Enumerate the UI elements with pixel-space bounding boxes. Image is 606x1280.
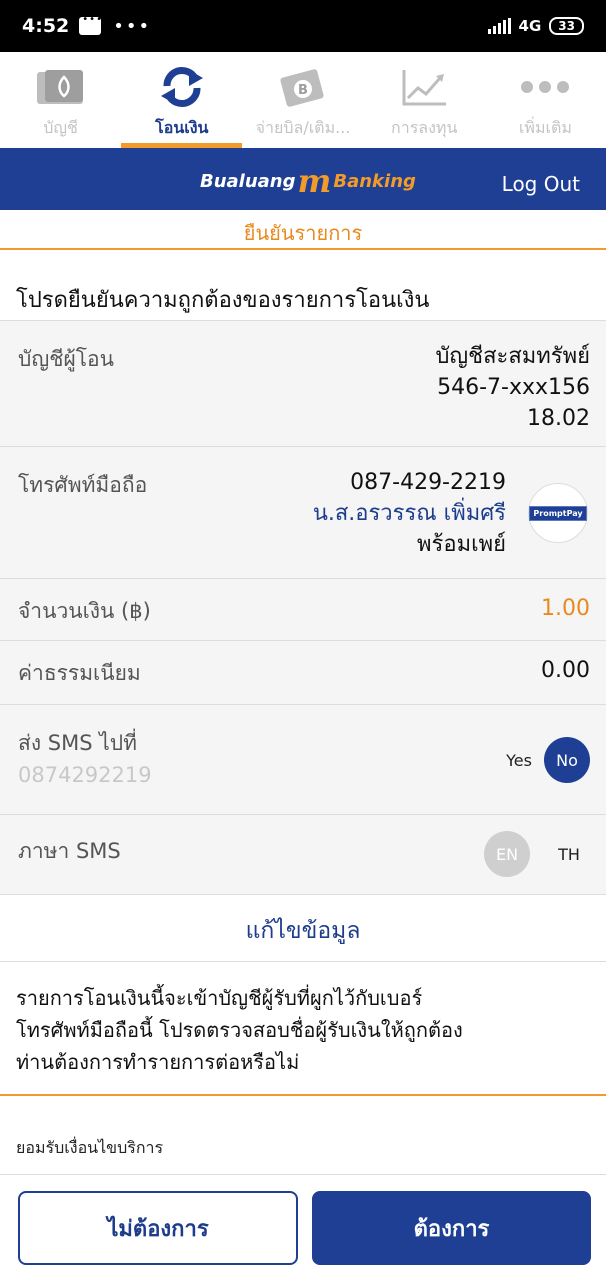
logo-text-right: Banking xyxy=(333,170,416,192)
transfer-refresh-icon xyxy=(156,66,208,108)
more-notifications-icon: ••• xyxy=(113,15,152,37)
recipient-name: น.ส.อรวรรณ เพิ่มศรี xyxy=(312,501,506,526)
account-number: 546-7-xxx156 xyxy=(437,375,590,400)
sms-label: ส่ง SMS ไปที่ xyxy=(18,731,137,755)
status-time: 4:52 xyxy=(22,15,70,37)
bualuang-mbanking-logo: Bualuang m Banking xyxy=(200,162,416,200)
tab-investment[interactable]: การลงทุน xyxy=(364,52,485,148)
amount-row: จำนวนเงิน (฿) 1.00 xyxy=(0,578,606,640)
page-title: ยืนยันรายการ xyxy=(0,210,606,250)
network-type: 4G xyxy=(518,17,542,35)
amount-label: จำนวนเงิน (฿) xyxy=(18,599,151,623)
transfer-notice: รายการโอนเงินนี้จะเข้าบัญชีผู้รับที่ผูกไ… xyxy=(0,962,606,1096)
logo-text-left: Bualuang xyxy=(200,170,296,192)
tab-label: โอนเงิน xyxy=(155,118,209,137)
logo-mark: m xyxy=(297,162,332,200)
payment-method: พร้อมเพย์ xyxy=(417,532,506,557)
mobile-row: โทรศัพท์มือถือ 087-429-2219 น.ส.อรวรรณ เ… xyxy=(0,446,606,578)
fee-value: 0.00 xyxy=(541,658,590,683)
status-bar: 4:52 ••• 4G 33 xyxy=(0,0,606,52)
sms-yes-option[interactable]: Yes xyxy=(496,737,542,783)
edit-info-row: แก้ไขข้อมูล xyxy=(0,894,606,962)
status-indicators: 4G 33 xyxy=(487,17,584,35)
account-balance: 18.02 xyxy=(527,406,590,431)
tab-label: เพิ่มเติม xyxy=(518,118,572,137)
tab-label: การลงทุน xyxy=(391,118,458,137)
account-book-icon xyxy=(35,66,87,108)
sms-row: ส่ง SMS ไปที่ 0874292219 Yes No xyxy=(0,704,606,814)
tab-label: บัญชี xyxy=(43,118,78,137)
battery-icon: 33 xyxy=(549,17,584,35)
sms-language-row: ภาษา SMS EN TH xyxy=(0,814,606,894)
fee-label: ค่าธรรมเนียม xyxy=(18,661,141,685)
confirm-prompt: โปรดยืนยันความถูกต้องของรายการโอนเงิน xyxy=(16,288,430,313)
sms-no-option[interactable]: No xyxy=(544,737,590,783)
sms-toggle: Yes No xyxy=(496,737,590,783)
amount-value: 1.00 xyxy=(541,596,590,621)
tab-more[interactable]: เพิ่มเติม xyxy=(485,52,606,148)
action-footer: ไม่ต้องการ ต้องการ xyxy=(0,1174,606,1280)
from-account-label: บัญชีผู้โอน xyxy=(18,347,115,371)
terms-link[interactable]: ยอมรับเงื่อนไขบริการ xyxy=(16,1136,163,1161)
bill-payment-icon: B xyxy=(277,66,329,108)
from-account-row: บัญชีผู้โอน บัญชีสะสมทรัพย์ 546-7-xxx156… xyxy=(0,320,606,446)
confirm-button[interactable]: ต้องการ xyxy=(312,1191,591,1265)
tab-transfer[interactable]: โอนเงิน xyxy=(121,52,243,148)
top-nav: บัญชี โอนเงิน B จ่ายบิล/เติม... การลงทุน… xyxy=(0,52,606,148)
notice-line: ท่านต้องการทำรายการต่อหรือไม่ xyxy=(16,1050,300,1074)
notice-line: โทรศัพท์มือถือนี้ โปรดตรวจสอบชื่อผู้รับเ… xyxy=(16,1018,463,1042)
signal-strength-icon xyxy=(487,18,511,34)
sms-language-toggle: EN TH xyxy=(484,831,592,877)
svg-text:B: B xyxy=(298,83,308,98)
notice-line: รายการโอนเงินนี้จะเข้าบัญชีผู้รับที่ผูกไ… xyxy=(16,986,423,1010)
investment-chart-icon xyxy=(398,66,450,108)
promptpay-logo-icon: PromptPay xyxy=(528,483,588,543)
sms-language-th-option[interactable]: TH xyxy=(546,831,592,877)
tab-bill-payment[interactable]: B จ่ายบิล/เติม... xyxy=(242,52,363,148)
more-dots-icon xyxy=(519,66,571,108)
mobile-number: 087-429-2219 xyxy=(350,470,506,495)
logout-button[interactable]: Log Out xyxy=(502,172,580,196)
tab-label: จ่ายบิล/เติม... xyxy=(255,118,351,137)
account-type: บัญชีสะสมทรัพย์ xyxy=(435,344,590,369)
mobile-value: 087-429-2219 น.ส.อรวรรณ เพิ่มศรี พร้อมเพ… xyxy=(313,467,506,560)
sms-language-label: ภาษา SMS xyxy=(18,839,121,863)
edit-info-button[interactable]: แก้ไขข้อมูล xyxy=(246,913,361,949)
cancel-button[interactable]: ไม่ต้องการ xyxy=(18,1191,298,1265)
sms-language-en-option[interactable]: EN xyxy=(484,831,530,877)
promptpay-logo-text: PromptPay xyxy=(529,505,587,521)
transaction-details: บัญชีผู้โอน บัญชีสะสมทรัพย์ 546-7-xxx156… xyxy=(0,320,606,962)
app-header: Bualuang m Banking Log Out xyxy=(0,148,606,210)
mobile-label: โทรศัพท์มือถือ xyxy=(18,473,148,497)
message-notification-icon xyxy=(79,14,103,35)
from-account-value: บัญชีสะสมทรัพย์ 546-7-xxx156 18.02 xyxy=(435,341,590,434)
tab-account[interactable]: บัญชี xyxy=(0,52,121,148)
sms-number: 0874292219 xyxy=(18,763,152,787)
fee-row: ค่าธรรมเนียม 0.00 xyxy=(0,640,606,704)
